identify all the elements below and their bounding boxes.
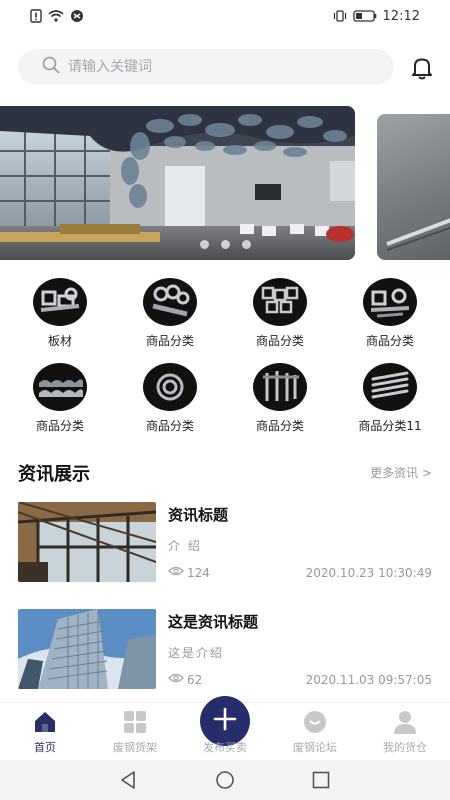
news-list-item[interactable]: 资讯标题 介 绍 124 2020.10.23 10:30:49 (18, 502, 432, 582)
news-intro: 介 绍 (168, 539, 202, 553)
status-bar: 12:12 (0, 0, 450, 32)
search-row (0, 44, 450, 90)
category-image (253, 278, 307, 326)
status-time: 12:12 (382, 8, 420, 24)
more-news-link[interactable]: 更多资讯 > (370, 464, 432, 481)
banner-carousel[interactable] (0, 106, 450, 262)
category-item[interactable]: 板材 (5, 278, 115, 349)
news-views: 62 (168, 672, 202, 687)
category-label: 商品分类11 (358, 419, 422, 433)
tab-label: 废钢论坛 (293, 741, 337, 754)
news-thumbnail (18, 609, 156, 689)
user-icon (392, 709, 418, 735)
news-section-title: 资讯展示 (18, 464, 90, 485)
category-label: 商品分类 (255, 419, 304, 433)
banner-image[interactable] (0, 106, 355, 260)
category-image (143, 363, 197, 411)
news-title: 资讯标题 (168, 506, 229, 524)
wifi-icon (48, 10, 64, 22)
news-meta: 124 2020.10.23 10:30:49 (168, 565, 432, 580)
eye-icon (168, 565, 184, 580)
carousel-dot[interactable] (221, 240, 230, 249)
carousel-dots (200, 240, 251, 249)
category-image (33, 278, 87, 326)
home-icon (32, 709, 58, 735)
category-item[interactable]: 商品分类 (115, 363, 225, 434)
tab-home[interactable]: 首页 (0, 709, 90, 755)
search-box[interactable] (18, 49, 394, 85)
grid-icon (122, 709, 148, 735)
vibrate-icon (333, 10, 347, 22)
tab-label: 我的货仓 (383, 741, 427, 754)
category-item[interactable]: 商品分类11 (335, 363, 445, 434)
status-left (30, 9, 84, 23)
news-meta: 62 2020.11.03 09:57:05 (168, 672, 432, 687)
tab-label: 废钢货架 (113, 741, 157, 754)
category-label: 商品分类 (145, 419, 194, 433)
notification-bell-icon[interactable] (408, 54, 436, 82)
news-thumbnail (18, 502, 156, 582)
news-views: 124 (168, 565, 210, 580)
banner-next-image[interactable] (377, 114, 450, 260)
category-item[interactable]: 商品分类 (335, 278, 445, 349)
category-image (33, 363, 87, 411)
news-intro: 这是介绍 (168, 646, 225, 660)
recents-square-icon[interactable] (311, 770, 331, 794)
views-count: 62 (187, 672, 203, 687)
sim-alert-icon (30, 9, 42, 23)
news-list-item[interactable]: 这是资讯标题 这是介绍 62 2020.11.03 09:57:05 (18, 609, 432, 689)
search-input[interactable] (68, 59, 368, 75)
news-date: 2020.10.23 10:30:49 (305, 565, 432, 580)
carousel-dot[interactable] (242, 240, 251, 249)
category-label: 商品分类 (35, 419, 84, 433)
category-image (143, 278, 197, 326)
news-date: 2020.11.03 09:57:05 (305, 672, 432, 687)
plus-icon (213, 707, 237, 735)
views-count: 124 (187, 565, 210, 580)
category-item[interactable]: 商品分类 (225, 363, 335, 434)
home-circle-icon[interactable] (215, 770, 235, 794)
category-image (363, 363, 417, 411)
category-image (363, 278, 417, 326)
eye-icon (168, 672, 184, 687)
publish-label: 发布买卖 (203, 741, 247, 754)
tab-forum[interactable]: 废钢论坛 (270, 709, 360, 755)
category-label: 商品分类 (365, 334, 414, 348)
category-item[interactable]: 商品分类 (5, 363, 115, 434)
search-icon (42, 56, 60, 78)
system-navigation-bar (0, 760, 450, 800)
status-right: 12:12 (333, 9, 420, 24)
category-item[interactable]: 商品分类 (115, 278, 225, 349)
tab-my-warehouse[interactable]: 我的货仓 (360, 709, 450, 755)
app-notification-icon (70, 9, 84, 23)
tab-scrap-shelf[interactable]: 废钢货架 (90, 709, 180, 755)
back-triangle-icon[interactable] (118, 770, 138, 794)
category-label: 商品分类 (145, 334, 194, 348)
chat-bubble-icon (302, 709, 328, 735)
news-section-header: 资讯展示 更多资讯 > (18, 460, 432, 486)
news-title: 这是资讯标题 (168, 613, 259, 631)
tab-label: 首页 (34, 741, 56, 754)
category-label: 板材 (47, 334, 72, 348)
category-label: 商品分类 (255, 334, 304, 348)
carousel-dot[interactable] (200, 240, 209, 249)
category-image (253, 363, 307, 411)
battery-icon (352, 10, 377, 22)
category-item[interactable]: 商品分类 (225, 278, 335, 349)
